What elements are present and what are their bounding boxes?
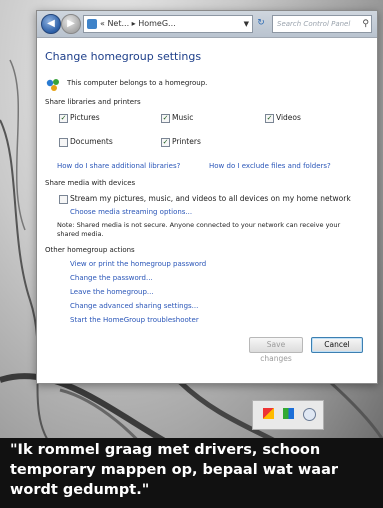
forward-icon[interactable]: ▶ bbox=[61, 14, 81, 34]
search-icon[interactable]: ⚲ bbox=[362, 16, 369, 32]
libraries-heading: Share libraries and printers bbox=[45, 98, 141, 106]
chevron-down-icon[interactable]: ▼ bbox=[244, 16, 249, 32]
clock-icon[interactable] bbox=[303, 408, 316, 421]
change-password-link[interactable]: Change the password... bbox=[70, 274, 153, 282]
stream-checkbox[interactable] bbox=[59, 195, 68, 204]
flag-icon[interactable] bbox=[263, 408, 274, 419]
address-path: « Net... ▸ HomeG... bbox=[100, 19, 176, 28]
media-note: Note: Shared media is not secure. Anyone… bbox=[57, 221, 341, 238]
cancel-button[interactable]: Cancel bbox=[311, 337, 363, 353]
main-content: Change homegroup settings This computer … bbox=[37, 38, 377, 383]
stream-label: Stream my pictures, music, and videos to… bbox=[70, 194, 351, 203]
printers-checkbox[interactable] bbox=[161, 138, 170, 147]
save-changes-button[interactable]: Save changes bbox=[249, 337, 303, 363]
share-libraries-link[interactable]: How do I share additional libraries? bbox=[57, 162, 180, 170]
view-password-link[interactable]: View or print the homegroup password bbox=[70, 260, 206, 268]
homegroup-icon bbox=[46, 79, 59, 91]
documents-label: Documents bbox=[70, 137, 113, 146]
caption: "Ik rommel graag met drivers, schoon tem… bbox=[0, 438, 383, 508]
caption-line-1: "Ik rommel graag met drivers, schoon bbox=[10, 442, 321, 458]
search-placeholder: Search Control Panel bbox=[277, 20, 351, 28]
back-icon[interactable]: ◀ bbox=[41, 14, 61, 34]
actions-heading: Other homegroup actions bbox=[45, 246, 135, 254]
music-label: Music bbox=[172, 113, 194, 122]
navigation-bar: ◀ ▶ « Net... ▸ HomeG... ▼ ↻ Search Contr… bbox=[37, 11, 377, 38]
exclude-files-link[interactable]: How do I exclude files and folders? bbox=[209, 162, 331, 170]
music-checkbox[interactable] bbox=[161, 114, 170, 123]
search-input[interactable]: Search Control Panel ⚲ bbox=[272, 15, 372, 33]
caption-line-3: wordt gedumpt." bbox=[10, 482, 150, 498]
homegroup-window: ◀ ▶ « Net... ▸ HomeG... ▼ ↻ Search Contr… bbox=[36, 10, 378, 384]
caption-line-2: temporary mappen op, bepaal wat waar bbox=[10, 462, 339, 478]
videos-checkbox[interactable] bbox=[265, 114, 274, 123]
control-panel-icon bbox=[87, 19, 97, 29]
network-icon[interactable] bbox=[283, 408, 294, 419]
videos-label: Videos bbox=[276, 113, 301, 122]
advanced-sharing-link[interactable]: Change advanced sharing settings... bbox=[70, 302, 198, 310]
printers-label: Printers bbox=[172, 137, 201, 146]
page-title: Change homegroup settings bbox=[45, 50, 202, 63]
system-tray bbox=[252, 400, 324, 430]
pictures-checkbox[interactable] bbox=[59, 114, 68, 123]
media-heading: Share media with devices bbox=[45, 179, 136, 187]
documents-checkbox[interactable] bbox=[59, 138, 68, 147]
homegroup-status: This computer belongs to a homegroup. bbox=[67, 79, 208, 87]
leave-homegroup-link[interactable]: Leave the homegroup... bbox=[70, 288, 154, 296]
media-options-link[interactable]: Choose media streaming options... bbox=[70, 208, 192, 216]
refresh-icon[interactable]: ↻ bbox=[254, 15, 268, 31]
troubleshooter-link[interactable]: Start the HomeGroup troubleshooter bbox=[70, 316, 199, 324]
address-bar[interactable]: « Net... ▸ HomeG... ▼ bbox=[83, 15, 253, 33]
pictures-label: Pictures bbox=[70, 113, 100, 122]
